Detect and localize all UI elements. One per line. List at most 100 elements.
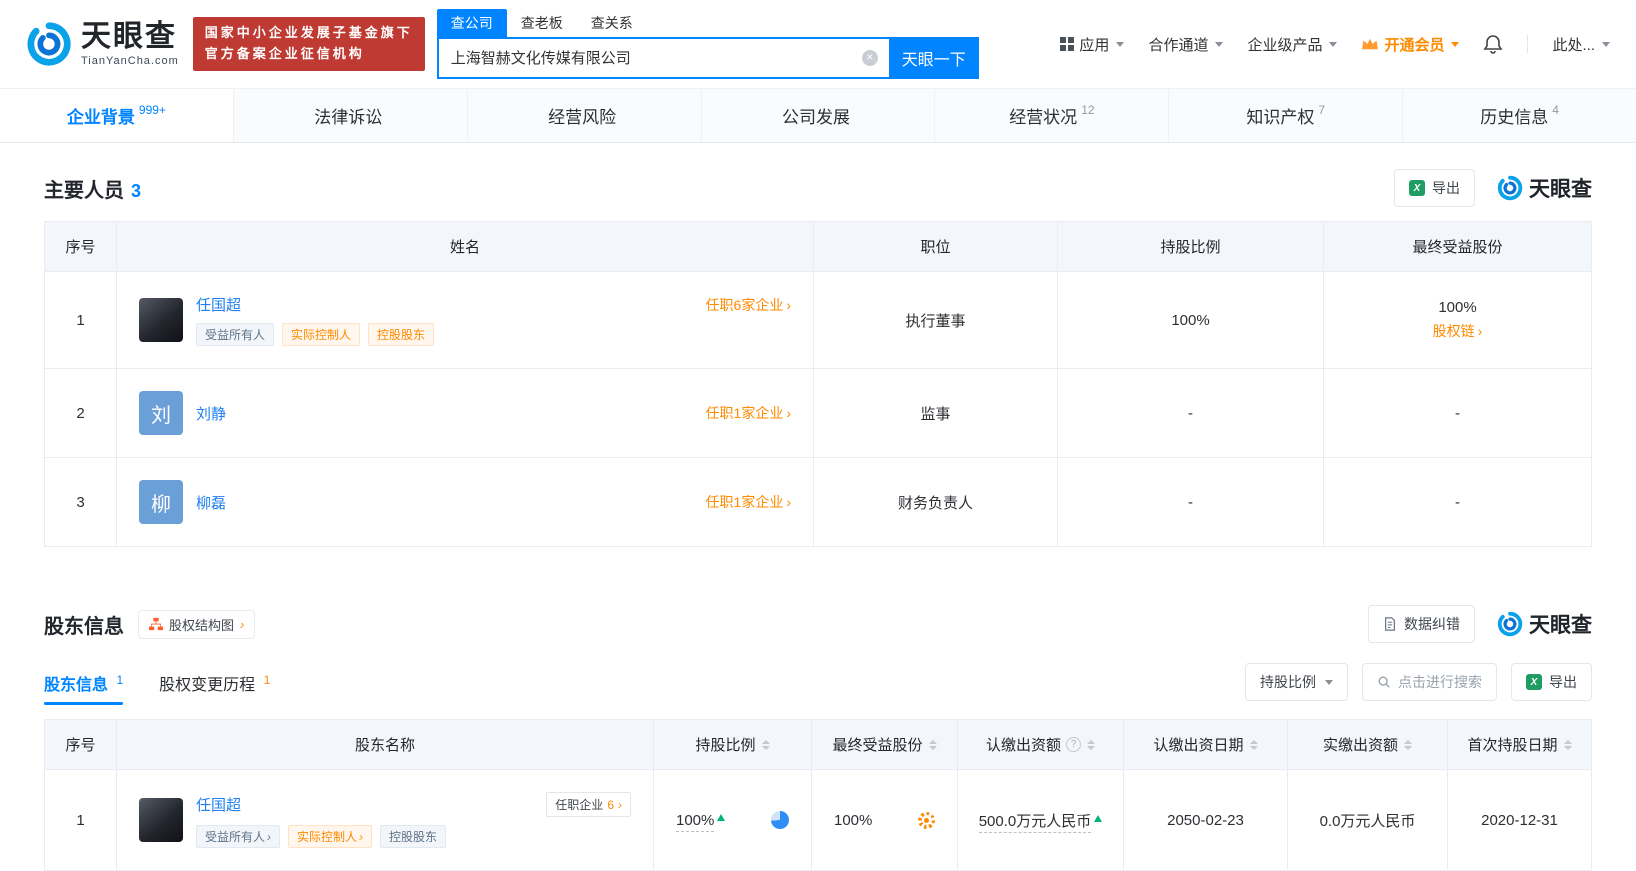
person-name-link[interactable]: 刘静 bbox=[196, 403, 226, 424]
search-tab-boss[interactable]: 查老板 bbox=[507, 9, 577, 37]
tab-operation-risk[interactable]: 经营风险 bbox=[468, 89, 702, 142]
subtab-count: 1 bbox=[263, 673, 271, 687]
col-header-subscribed-amount[interactable]: 认缴出资额 bbox=[957, 719, 1124, 770]
excel-icon bbox=[1409, 180, 1425, 196]
avatar-photo[interactable] bbox=[139, 798, 183, 842]
crown-icon bbox=[1361, 37, 1379, 51]
tab-label: 经营风险 bbox=[548, 108, 617, 127]
filter-label: 持股比例 bbox=[1260, 674, 1316, 690]
cell-ratio-value[interactable]: 100% bbox=[676, 811, 715, 832]
positions-link[interactable]: 任职6家企业 bbox=[706, 295, 791, 315]
col-header-benefit[interactable]: 最终受益股份 bbox=[811, 719, 958, 770]
tab-shareholder-info[interactable]: 股东信息 1 bbox=[44, 671, 124, 705]
sort-icon[interactable] bbox=[761, 739, 770, 750]
shareholders-title: 股东信息 bbox=[44, 610, 124, 639]
col-header-paid-amount[interactable]: 实缴出资额 bbox=[1287, 719, 1448, 770]
col-header-subscribed-date[interactable]: 认缴出资日期 bbox=[1123, 719, 1288, 770]
pie-chart-icon[interactable] bbox=[771, 811, 789, 829]
table-search-button[interactable]: 点击进行搜索 bbox=[1362, 663, 1497, 701]
tab-company-background[interactable]: 企业背景 999+ bbox=[0, 89, 234, 142]
clear-search-icon[interactable] bbox=[861, 49, 878, 66]
cell-index: 2 bbox=[44, 368, 117, 458]
positions-pill[interactable]: 任职企业 6 bbox=[546, 792, 631, 817]
sort-icon[interactable] bbox=[1404, 739, 1412, 750]
tag-controlling-shareholder[interactable]: 控股股东 bbox=[380, 825, 447, 848]
data-correction-button[interactable]: 数据纠错 bbox=[1368, 605, 1475, 643]
org-chart-icon bbox=[149, 617, 163, 631]
excel-icon bbox=[1526, 674, 1542, 690]
tianyancha-logo[interactable]: 天眼查 TianYanCha.com bbox=[26, 21, 179, 67]
subtab-count: 1 bbox=[116, 673, 124, 687]
search-tab-company[interactable]: 查公司 bbox=[436, 8, 507, 37]
positions-link[interactable]: 任职1家企业 bbox=[706, 403, 791, 423]
sort-icon[interactable] bbox=[1249, 739, 1258, 750]
tab-intellectual-property[interactable]: 知识产权 7 bbox=[1169, 89, 1404, 142]
person-name-link[interactable]: 任国超 bbox=[196, 294, 241, 315]
col-header-position: 职位 bbox=[813, 221, 1058, 272]
section-tab-bar: 企业背景 999+ 法律诉讼 经营风险 公司发展 经营状况 12 知识产权 7 … bbox=[0, 88, 1636, 143]
search-button[interactable]: 天眼一下 bbox=[888, 36, 979, 79]
sort-icon[interactable] bbox=[1563, 739, 1572, 750]
col-header-index: 序号 bbox=[44, 221, 117, 272]
tab-label: 经营状况 bbox=[1009, 108, 1078, 127]
avatar-photo[interactable] bbox=[139, 298, 183, 342]
company-search-input[interactable] bbox=[436, 36, 889, 79]
nav-apps-label: 应用 bbox=[1079, 36, 1110, 54]
cell-position: 财务负责人 bbox=[813, 457, 1058, 547]
tab-count: 4 bbox=[1552, 102, 1559, 117]
cell-benefit: - bbox=[1323, 368, 1592, 458]
equity-structure-button[interactable]: 股权结构图 bbox=[138, 609, 256, 639]
sort-icon[interactable] bbox=[1087, 739, 1095, 750]
col-header-benefit: 最终受益股份 bbox=[1323, 221, 1592, 272]
holding-ratio-filter[interactable]: 持股比例 bbox=[1245, 663, 1348, 701]
notification-bell[interactable] bbox=[1483, 34, 1503, 54]
col-label: 认缴出资额 bbox=[985, 737, 1061, 754]
trend-up-icon bbox=[717, 813, 726, 821]
user-menu[interactable]: 此处... bbox=[1552, 34, 1610, 55]
tab-count: 7 bbox=[1318, 102, 1326, 117]
tag-beneficial-owner[interactable]: 受益所有人 bbox=[196, 825, 281, 848]
tab-company-development[interactable]: 公司发展 bbox=[702, 89, 936, 142]
cell-subscribed-amount[interactable]: 500.0万元人民币 bbox=[978, 812, 1092, 833]
table-row: 1 任国超 任职6家企业 受益所有人 实际控制人 控股股东 bbox=[44, 271, 1592, 369]
tab-operation-status[interactable]: 经营状况 12 bbox=[935, 89, 1170, 142]
apps-grid-icon bbox=[1060, 37, 1075, 51]
cell-index: 1 bbox=[44, 769, 117, 871]
tag-actual-controller[interactable]: 实际控制人 bbox=[288, 825, 373, 848]
chevron-down-icon bbox=[1329, 41, 1338, 47]
section-title-text: 股东信息 bbox=[44, 615, 124, 638]
tab-history-info[interactable]: 历史信息 4 bbox=[1403, 89, 1636, 142]
shareholder-name-link[interactable]: 任国超 bbox=[196, 794, 241, 815]
cell-benefit: - bbox=[1323, 457, 1592, 547]
equity-chain-link[interactable]: 股权链 bbox=[1433, 321, 1483, 341]
col-label: 实缴出资额 bbox=[1322, 737, 1398, 754]
tag-label: 实际控制人 bbox=[297, 830, 358, 844]
nav-enterprise-products[interactable]: 企业级产品 bbox=[1247, 34, 1338, 55]
col-header-shareholder-name: 股东名称 bbox=[116, 719, 654, 770]
document-icon bbox=[1383, 617, 1397, 631]
chevron-down-icon bbox=[1325, 679, 1333, 685]
col-header-ratio[interactable]: 持股比例 bbox=[653, 719, 812, 770]
sort-icon[interactable] bbox=[928, 739, 937, 750]
help-icon[interactable] bbox=[1066, 737, 1081, 752]
tab-label: 公司发展 bbox=[782, 108, 850, 127]
col-header-first-holding-date[interactable]: 首次持股日期 bbox=[1447, 719, 1592, 770]
nav-partner-channel[interactable]: 合作通道 bbox=[1148, 34, 1224, 55]
tag-controlling-shareholder[interactable]: 控股股东 bbox=[368, 323, 435, 346]
tag-beneficial-owner[interactable]: 受益所有人 bbox=[196, 323, 275, 346]
tab-equity-change-history[interactable]: 股权变更历程 1 bbox=[159, 671, 270, 705]
avatar-letter[interactable]: 刘 bbox=[139, 391, 183, 435]
person-name-link[interactable]: 柳磊 bbox=[196, 492, 226, 513]
beneficiary-target-icon[interactable] bbox=[918, 811, 935, 829]
tag-actual-controller[interactable]: 实际控制人 bbox=[282, 323, 361, 346]
tab-legal-proceedings[interactable]: 法律诉讼 bbox=[234, 89, 468, 142]
nav-open-membership[interactable]: 开通会员 bbox=[1361, 34, 1460, 55]
positions-link[interactable]: 任职1家企业 bbox=[706, 492, 791, 512]
avatar-letter[interactable]: 柳 bbox=[139, 480, 183, 524]
search-tab-relation[interactable]: 查关系 bbox=[577, 9, 647, 37]
export-button[interactable]: 导出 bbox=[1511, 663, 1592, 701]
subtab-label: 股东信息 bbox=[44, 677, 109, 694]
gov-badge-line2: 官方备案企业征信机构 bbox=[204, 46, 365, 61]
nav-apps[interactable]: 应用 bbox=[1060, 34, 1125, 55]
export-button[interactable]: 导出 bbox=[1394, 169, 1475, 207]
